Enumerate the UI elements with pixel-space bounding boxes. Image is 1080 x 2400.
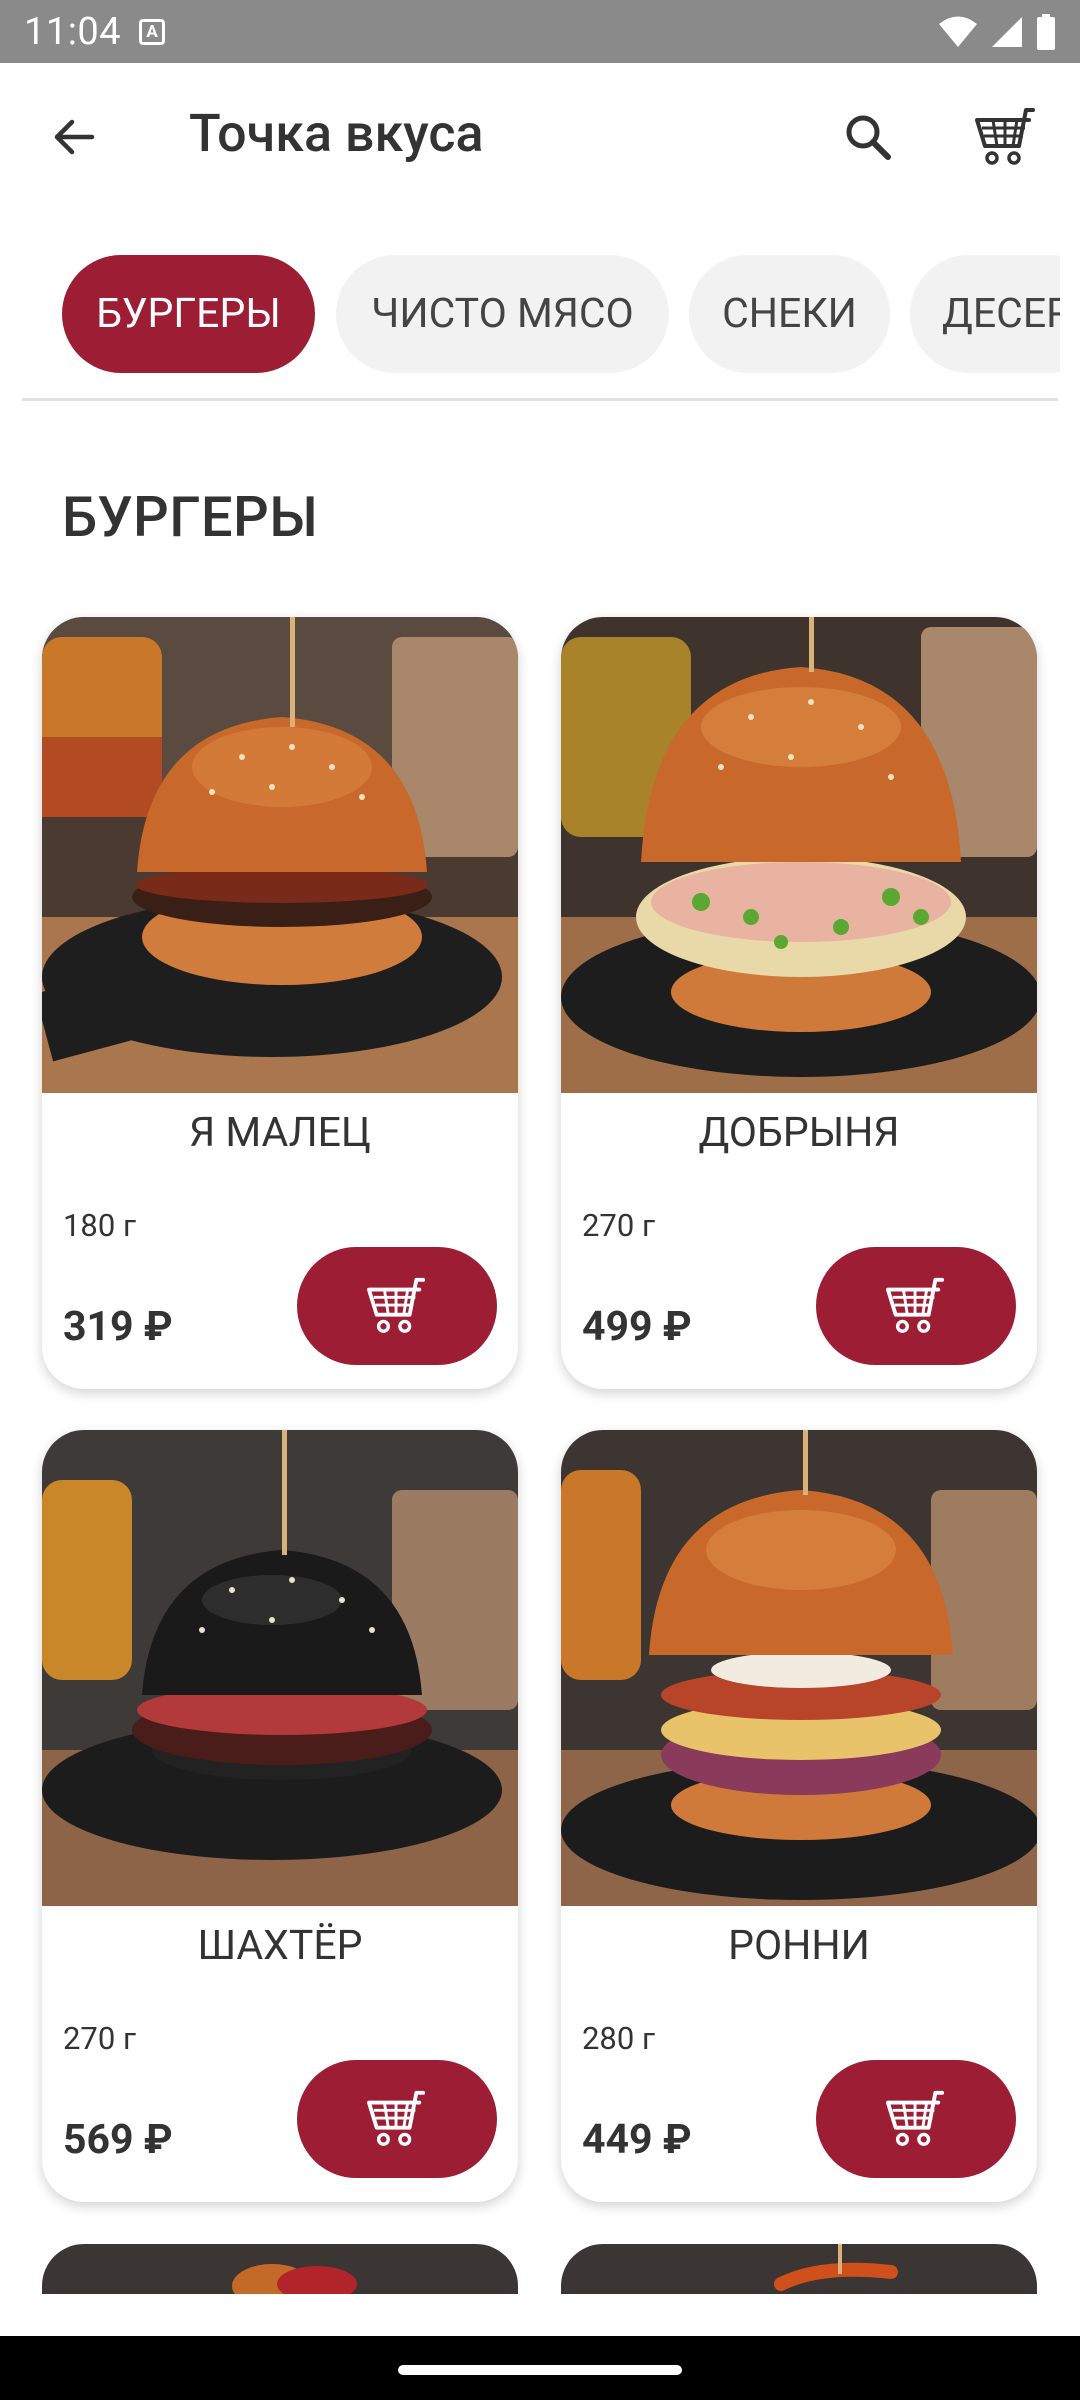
cart-icon — [975, 108, 1035, 165]
product-image — [561, 2244, 1037, 2294]
add-to-cart-button[interactable] — [816, 1247, 1016, 1365]
cart-icon — [886, 1277, 945, 1333]
app-screen: 11:04 A Точка вкуса БУРГЕРЫ ЧИСТО МЯСО С… — [0, 0, 1080, 2400]
page-title: Точка вкуса — [189, 103, 484, 164]
product-card[interactable]: ШАХТЁР 270 г 569 ₽ — [42, 1430, 518, 2202]
product-image — [561, 617, 1037, 1093]
product-image — [42, 1430, 518, 1906]
product-card[interactable]: РОННИ 280 г 449 ₽ — [561, 1430, 1037, 2202]
wifi-icon — [939, 16, 977, 47]
product-image — [561, 1430, 1037, 1906]
cart-icon — [367, 2090, 426, 2146]
section-title: БУРГЕРЫ — [62, 484, 319, 550]
status-icons — [938, 13, 1056, 50]
product-card[interactable]: Я МАЛЕЦ 180 г 319 ₽ — [42, 617, 518, 1389]
status-bar: 11:04 A — [0, 0, 1080, 63]
product-image — [42, 617, 518, 1093]
app-bar: Точка вкуса — [0, 63, 1080, 211]
category-divider — [22, 398, 1058, 401]
system-navigation-bar — [0, 2336, 1080, 2400]
product-price: 569 ₽ — [63, 2116, 173, 2164]
add-to-cart-button[interactable] — [297, 2060, 497, 2178]
cart-icon — [367, 1277, 426, 1333]
signal-icon — [992, 16, 1022, 47]
add-to-cart-button[interactable] — [297, 1247, 497, 1365]
product-price: 499 ₽ — [582, 1303, 692, 1351]
search-button[interactable] — [830, 99, 906, 175]
product-name: Я МАЛЕЦ — [189, 1109, 371, 1157]
product-weight: 280 г — [582, 2020, 655, 2057]
cart-button[interactable] — [964, 97, 1048, 177]
product-price: 319 ₽ — [63, 1303, 173, 1351]
notification-badge-icon: A — [139, 18, 166, 45]
product-name: РОННИ — [728, 1922, 870, 1970]
cart-icon — [886, 2090, 945, 2146]
product-price: 449 ₽ — [582, 2116, 692, 2164]
product-weight: 270 г — [63, 2020, 136, 2057]
product-card[interactable]: ДОБРЫНЯ 270 г 499 ₽ — [561, 617, 1037, 1389]
home-gesture-handle[interactable] — [398, 2365, 682, 2375]
battery-icon — [1037, 13, 1055, 50]
search-icon — [846, 115, 891, 160]
product-weight: 180 г — [63, 1207, 136, 1244]
product-weight: 270 г — [582, 1207, 655, 1244]
category-tab-desserts[interactable]: ДЕСЕР — [910, 255, 1060, 373]
category-tab-meat[interactable]: ЧИСТО МЯСО — [336, 255, 669, 373]
product-name: ДОБРЫНЯ — [698, 1109, 900, 1157]
product-name: ШАХТЁР — [197, 1922, 363, 1970]
add-to-cart-button[interactable] — [816, 2060, 1016, 2178]
status-time: 11:04 — [24, 9, 122, 54]
category-tab-snacks[interactable]: СНЕКИ — [689, 255, 890, 373]
back-button[interactable] — [38, 101, 110, 173]
product-card-partial[interactable] — [561, 2244, 1037, 2294]
category-tabs: БУРГЕРЫ ЧИСТО МЯСО СНЕКИ ДЕСЕР — [0, 255, 1060, 375]
category-tab-burgers[interactable]: БУРГЕРЫ — [62, 255, 315, 373]
product-card-partial[interactable] — [42, 2244, 518, 2294]
back-arrow-icon — [54, 119, 95, 155]
product-image — [42, 2244, 518, 2294]
